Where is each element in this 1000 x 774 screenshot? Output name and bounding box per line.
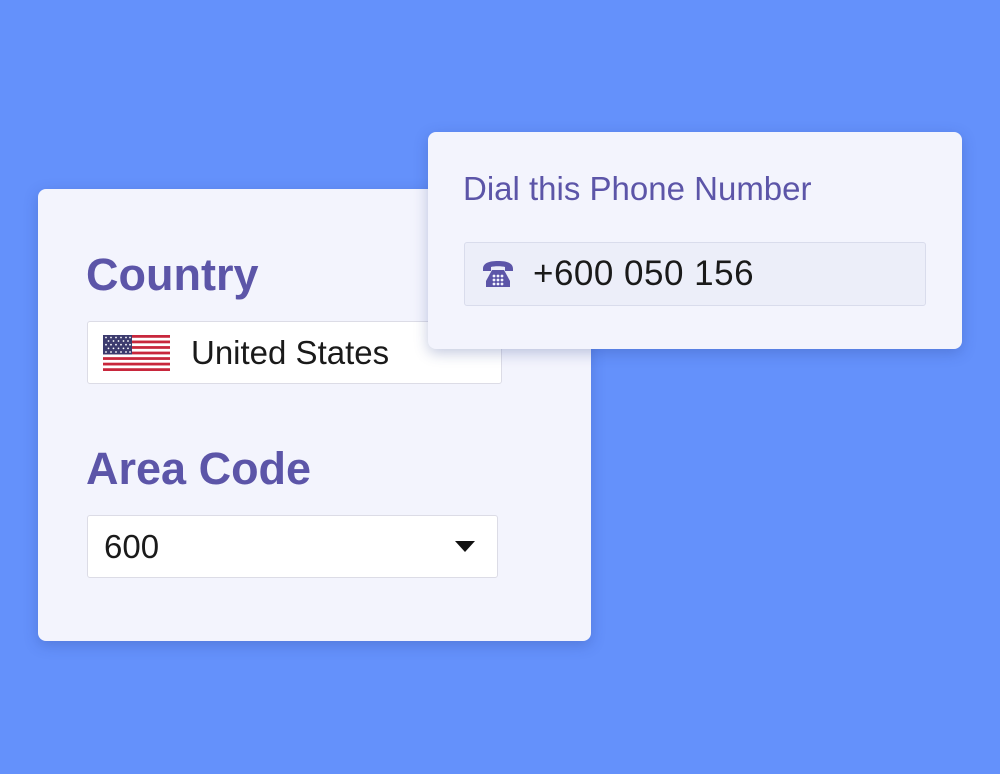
telephone-icon — [483, 261, 513, 287]
dial-number-card: Dial this Phone Number +600 050 156 — [428, 132, 962, 349]
phone-number-field[interactable]: +600 050 156 — [464, 242, 926, 306]
dial-title: Dial this Phone Number — [463, 170, 812, 207]
country-label: Country — [86, 249, 259, 300]
country-value: United States — [191, 333, 390, 371]
area-code-label: Area Code — [86, 443, 312, 494]
area-code-value: 600 — [104, 527, 160, 565]
area-code-select[interactable]: 600 — [87, 515, 498, 578]
phone-number: +600 050 156 — [533, 254, 755, 293]
us-flag-icon — [103, 334, 170, 371]
caret-down-icon[interactable] — [455, 541, 475, 552]
